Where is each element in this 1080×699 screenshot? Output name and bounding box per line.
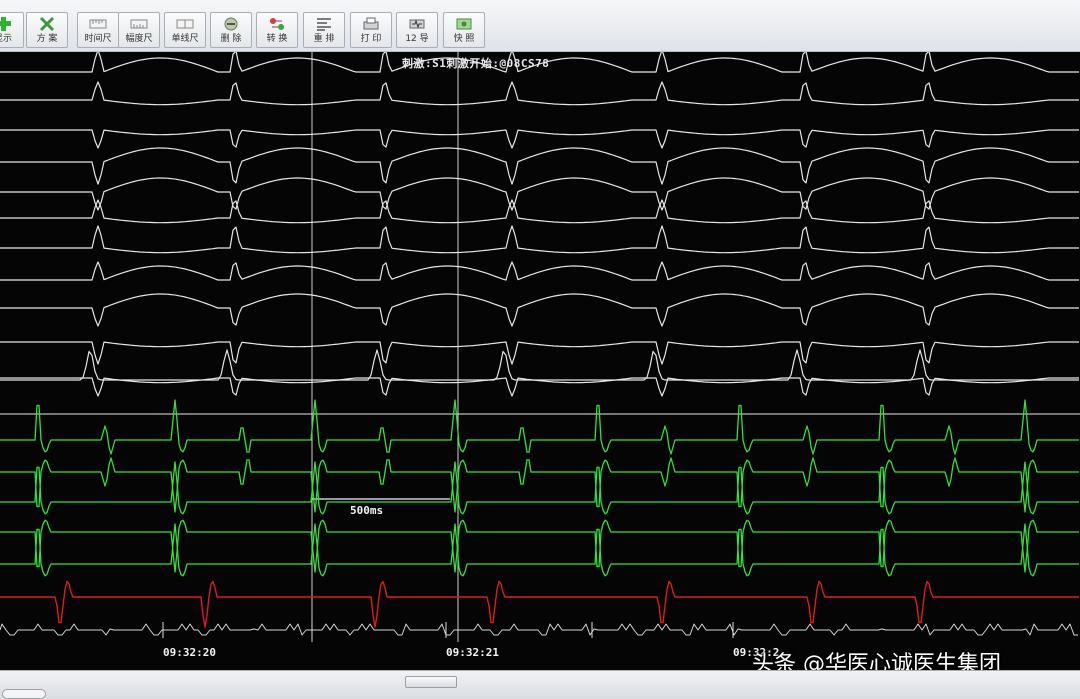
amplitude-ruler-button[interactable]: 幅度尺 [118, 12, 160, 48]
scheme-button[interactable]: 方 案 [26, 12, 68, 48]
time-ruler-icon [89, 19, 107, 29]
amplitude-ruler-icon [130, 19, 148, 29]
time-label: 09:32:21 [446, 646, 499, 659]
delete-icon [224, 17, 238, 31]
toolbar-label: 删 除 [220, 34, 242, 44]
surface-lead-trace [0, 81, 1079, 106]
snapshot-icon [456, 18, 472, 30]
toolbar: 显示 方 案 时间尺 幅度尺 单线尺 删 除 转 换 [0, 0, 1080, 52]
tools-icon [39, 16, 55, 32]
toolbar-label: 重 排 [313, 34, 335, 44]
convert-button[interactable]: 转 换 [256, 12, 298, 48]
toolbar-label: 打 印 [360, 34, 382, 44]
single-line-ruler-button[interactable]: 单线尺 [164, 12, 206, 48]
surface-lead-trace [0, 261, 1079, 281]
convert-icon [270, 18, 284, 30]
ecg-trace-screen[interactable]: 刺激:S1刺激开始:@08CS78 500ms 09:32:20 09:32:2… [0, 52, 1080, 670]
toolbar-label: 12 导 [405, 34, 429, 44]
toolbar-label: 方 案 [36, 34, 58, 44]
intracardiac-lead-trace [0, 461, 1079, 515]
time-ruler-button[interactable]: 时间尺 [77, 12, 119, 48]
toolbar-label: 显示 [0, 34, 12, 44]
stimulus-channel [0, 580, 1079, 628]
surface-lead-trace [0, 177, 1079, 211]
single-line-ruler-icon [176, 19, 194, 29]
surface-lead-trace [0, 225, 1079, 254]
toolbar-label: 时间尺 [84, 34, 112, 44]
time-label: 09:32:20 [163, 646, 216, 659]
intracardiac-lead-trace [0, 399, 1079, 455]
marker-trace [0, 623, 1078, 636]
corner-button[interactable] [2, 689, 46, 699]
ecg-traces[interactable] [0, 52, 1080, 670]
surface-lead-trace [0, 377, 1079, 397]
toolbar-label: 转 换 [266, 34, 288, 44]
surface-lead-trace [0, 293, 1079, 327]
surface-lead-trace [0, 129, 1079, 149]
display-button[interactable]: 显示 [0, 12, 24, 48]
bottom-scroll-bar [0, 670, 1080, 699]
print-button[interactable]: 打 印 [350, 12, 392, 48]
toolbar-label: 单线尺 [171, 34, 199, 44]
delete-button[interactable]: 删 除 [210, 12, 252, 48]
stimulus-status-title: 刺激:S1刺激开始:@08CS78 [402, 57, 550, 70]
surface-ecg-leads [0, 52, 1080, 415]
horizontal-scroll-thumb[interactable] [405, 676, 457, 688]
green-plus-icon [0, 17, 11, 31]
interval-measurement-label: 500ms [350, 504, 384, 517]
intracardiac-leads [0, 399, 1079, 577]
snapshot-button[interactable]: 快 照 [443, 12, 485, 48]
rearrange-button[interactable]: 重 排 [303, 12, 345, 48]
time-tick-marks [0, 622, 1078, 638]
print-icon [363, 17, 379, 30]
watermark-text: 头条 @华医心诚医生集团 [752, 652, 1001, 670]
twelve-lead-button[interactable]: 12 导 [396, 12, 438, 48]
twelve-lead-icon [409, 19, 425, 29]
surface-lead-trace [0, 199, 1079, 224]
intracardiac-lead-trace [0, 457, 1079, 513]
toolbar-label: 快 照 [453, 34, 475, 44]
stimulus-trace [0, 580, 1079, 628]
rearrange-icon [317, 18, 331, 31]
toolbar-label: 幅度尺 [125, 34, 153, 44]
surface-lead-trace [0, 349, 1079, 381]
